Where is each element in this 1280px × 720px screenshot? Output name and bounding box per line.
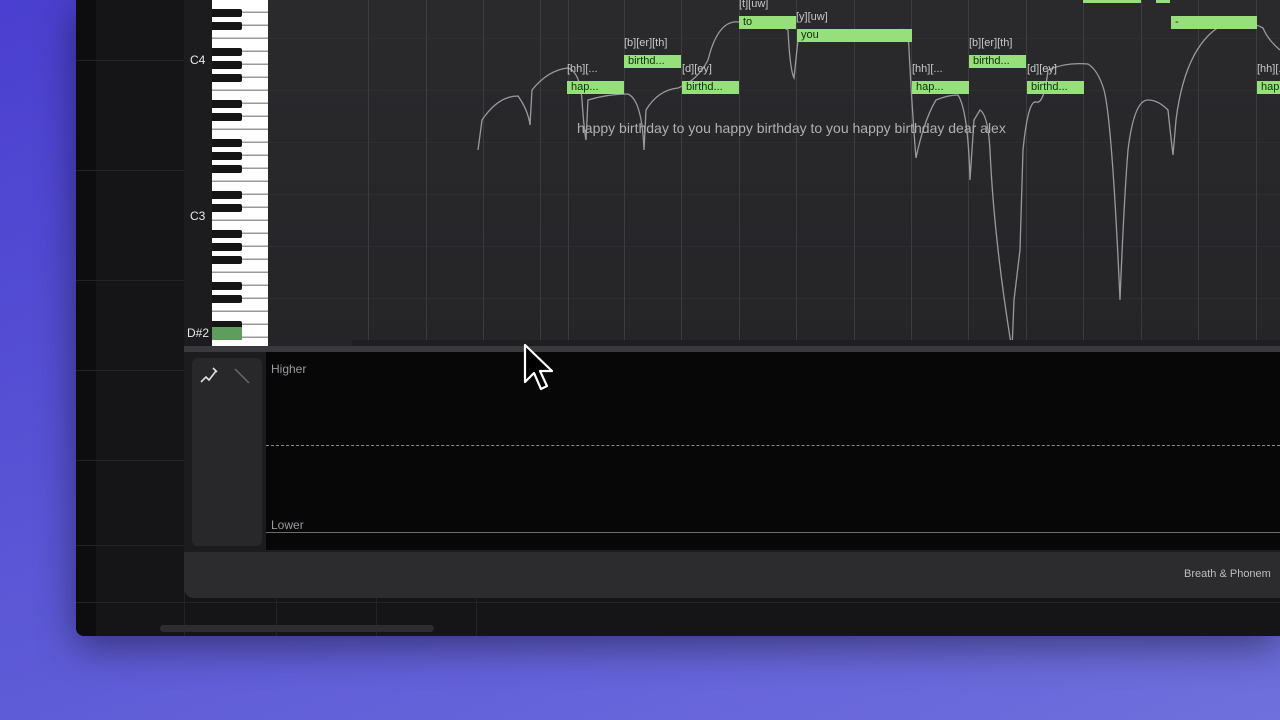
draw-curve-icon[interactable]: [197, 364, 221, 388]
note-block[interactable]: birthd...: [624, 55, 681, 68]
pitch-curve[interactable]: [268, 0, 1280, 346]
parameter-curve-area[interactable]: Higher Lower: [266, 352, 1280, 550]
piano-roll-grid[interactable]: [hh][... [b][er][th] [d][ey] [t][uw] [y]…: [268, 0, 1280, 346]
breath-phoneme-tab[interactable]: Breath & Phonem: [1184, 568, 1271, 580]
black-key[interactable]: [212, 113, 242, 121]
background-horizontal-scrollbar[interactable]: [160, 625, 434, 632]
note-block[interactable]: hap...: [1257, 81, 1280, 94]
black-key[interactable]: [212, 204, 242, 212]
black-key[interactable]: [212, 139, 242, 147]
center-dashed-line: [266, 445, 1280, 446]
black-key[interactable]: [212, 295, 242, 303]
black-key[interactable]: [212, 165, 242, 173]
line-tool-icon[interactable]: [230, 364, 254, 388]
black-key[interactable]: [212, 243, 242, 251]
note-block[interactable]: you: [797, 29, 912, 42]
black-key[interactable]: [212, 22, 242, 30]
note-block[interactable]: hap...: [567, 81, 624, 94]
phoneme-label: [y][uw]: [796, 11, 828, 23]
note-block[interactable]: birthd...: [682, 81, 739, 94]
piano-keyboard: C4 C3 D#2: [184, 0, 268, 346]
lyrics-line: happy birthday to you happy birthday to …: [577, 120, 1006, 136]
curve-tools: [192, 358, 262, 546]
phoneme-label: [t][uw]: [739, 0, 769, 10]
note-block[interactable]: to: [739, 16, 796, 29]
phoneme-label: [d][ey]: [1027, 63, 1057, 75]
voice-editor-panel: C4 C3 D#2 [hh][... [b][er][th] [d][ey] […: [184, 0, 1280, 598]
black-key[interactable]: [212, 191, 242, 199]
note-block-offscreen[interactable]: [1156, 0, 1170, 3]
octave-label-c4: C4: [190, 53, 206, 67]
black-key[interactable]: [212, 152, 242, 160]
note-block[interactable]: hap...: [912, 81, 969, 94]
octave-label-d-sharp-2: D#2: [187, 326, 210, 340]
black-key[interactable]: [212, 74, 242, 82]
note-block[interactable]: -: [1171, 16, 1257, 29]
background-sidebar: [76, 0, 96, 636]
phoneme-label: [b][er][th]: [969, 37, 1013, 49]
black-key[interactable]: [212, 230, 242, 238]
note-block[interactable]: birthd...: [969, 55, 1026, 68]
parameter-baseline: [266, 532, 1280, 533]
black-key[interactable]: [212, 100, 242, 108]
phoneme-label: [hh][...: [912, 63, 943, 75]
black-key[interactable]: [212, 61, 242, 69]
phoneme-label: [hh][...: [1257, 63, 1280, 75]
octave-label-c3: C3: [190, 209, 206, 223]
note-block[interactable]: birthd...: [1027, 81, 1084, 94]
phoneme-label: [d][ey]: [682, 63, 712, 75]
panel-footer: Breath & Phonem: [184, 552, 1280, 598]
note-block-offscreen[interactable]: [1083, 0, 1141, 3]
phoneme-label: [b][er][th]: [624, 37, 668, 49]
phoneme-label: [hh][...: [567, 63, 598, 75]
black-key[interactable]: [212, 48, 242, 56]
mouse-cursor-icon: [523, 343, 554, 391]
highlighted-key[interactable]: [212, 327, 242, 340]
higher-label: Higher: [271, 362, 307, 376]
black-key[interactable]: [212, 256, 242, 264]
black-key[interactable]: [212, 9, 242, 17]
black-key[interactable]: [212, 282, 242, 290]
lower-label: Lower: [271, 518, 304, 532]
